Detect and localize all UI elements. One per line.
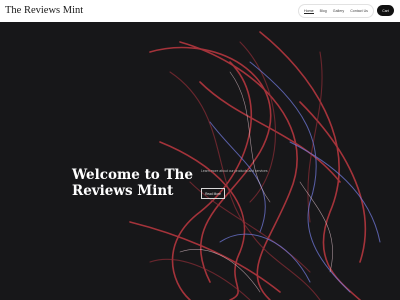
hero-title: Welcome to The Reviews Mint	[72, 167, 193, 199]
nav-gallery[interactable]: Gallery	[333, 9, 344, 13]
main-nav: Home Blog Gallery Contact Us	[298, 4, 374, 18]
cart-button[interactable]: Cart	[377, 5, 394, 16]
nav-home[interactable]: Home	[304, 9, 314, 14]
hero-section: Welcome to The Reviews Mint Learn more a…	[0, 22, 400, 300]
nav-contact-us[interactable]: Contact Us	[350, 9, 368, 13]
site-logo[interactable]: The Reviews Mint	[5, 5, 83, 16]
hero-description: Learn more about our products and servic…	[201, 169, 268, 173]
hero-background-light-streaks	[129, 31, 381, 300]
read-more-button[interactable]: Read More	[201, 188, 225, 199]
nav-blog[interactable]: Blog	[320, 9, 327, 13]
site-header: The Reviews Mint Home Blog Gallery Conta…	[0, 0, 400, 23]
